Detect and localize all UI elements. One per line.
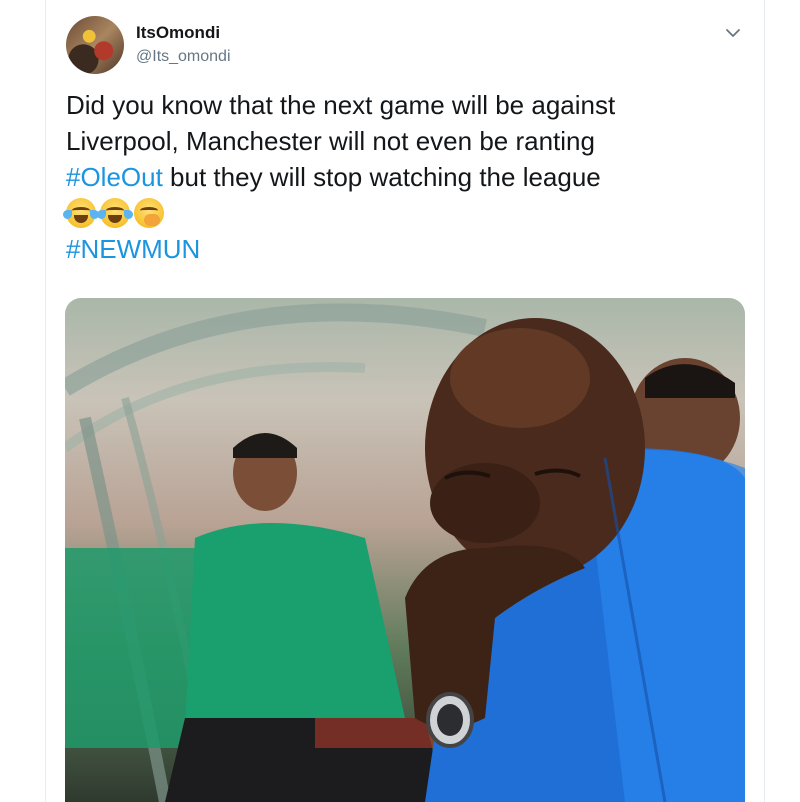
tweet-photo[interactable]: [65, 298, 745, 802]
avatar[interactable]: [66, 16, 124, 74]
face-with-tears-of-joy-icon: [97, 198, 133, 228]
hashtag-oleout[interactable]: #OleOut: [66, 162, 163, 192]
user-names[interactable]: ItsOmondi @Its_omondi: [136, 22, 231, 68]
tweet-header: ItsOmondi @Its_omondi: [66, 16, 746, 76]
tweet-text-line: #OleOut but they will stop watching the …: [66, 159, 746, 195]
tweet-text: Did you know that the next game will be …: [63, 87, 746, 267]
tweet-text-segment: but they will stop watching the league: [162, 162, 601, 192]
emoji-row: [63, 195, 746, 231]
display-name[interactable]: ItsOmondi: [136, 22, 231, 44]
hashtag-newmun[interactable]: #NEWMUN: [66, 234, 200, 264]
user-handle[interactable]: @Its_omondi: [136, 46, 231, 68]
photo-illustration: [65, 303, 745, 802]
face-with-tears-of-joy-icon: [63, 198, 99, 228]
face-with-hand-over-mouth-icon: [134, 198, 164, 228]
tweet-text-line: Did you know that the next game will be …: [66, 90, 616, 120]
tweet-text-line: #NEWMUN: [66, 231, 746, 267]
tweet-text-line: Liverpool, Manchester will not even be r…: [66, 126, 595, 156]
chevron-down-icon[interactable]: [724, 24, 742, 42]
